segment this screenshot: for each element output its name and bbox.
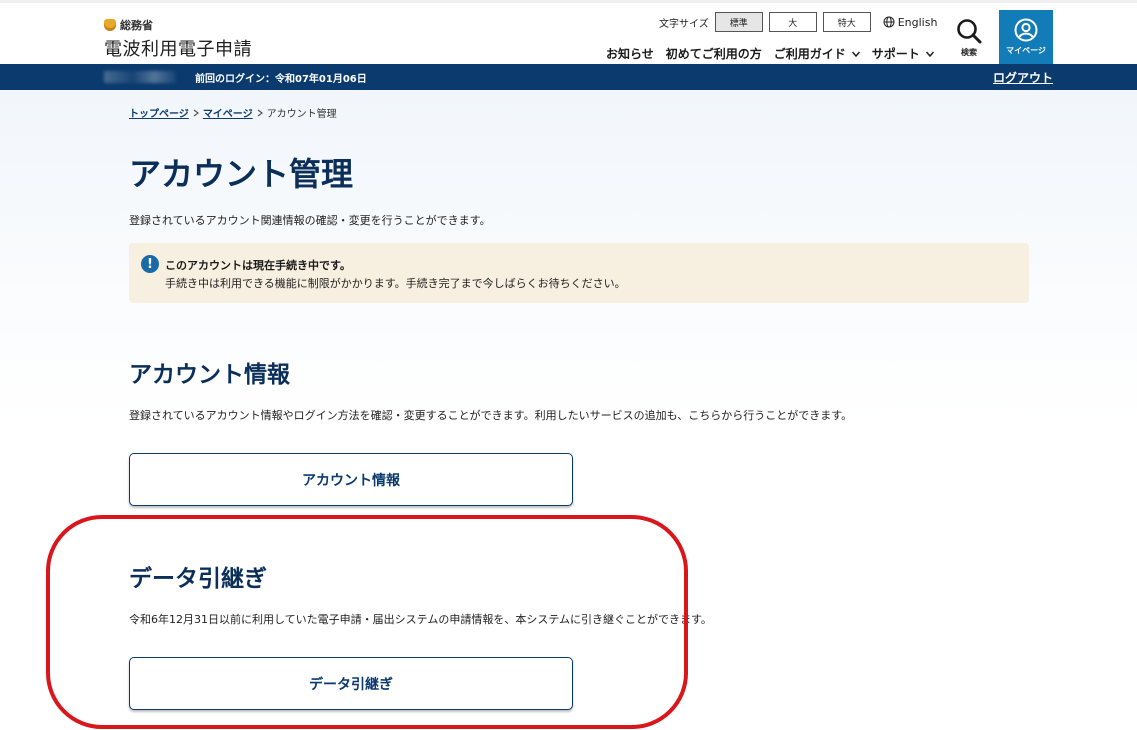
font-size-switcher: 文字サイズ 標準 大 特大 English bbox=[659, 12, 937, 32]
nav-support[interactable]: サポート bbox=[872, 45, 934, 62]
ministry-logo[interactable]: 総務省 bbox=[104, 17, 153, 33]
nav-support-label: サポート bbox=[871, 47, 920, 61]
language-switch[interactable]: English bbox=[883, 15, 938, 29]
breadcrumb-current: アカウント管理 bbox=[266, 109, 337, 120]
logout-link[interactable]: ログアウト bbox=[993, 69, 1053, 86]
font-size-standard-button[interactable]: 標準 bbox=[714, 12, 763, 32]
global-nav: お知らせ 初めてご利用の方 ご利用ガイド サポート bbox=[606, 45, 946, 62]
globe-icon bbox=[883, 16, 895, 28]
site-header: 総務省 電波利用電子申請 文字サイズ 標準 大 特大 English お知らせ … bbox=[0, 0, 1137, 64]
username-redacted bbox=[104, 71, 176, 83]
chevron-down-icon bbox=[851, 51, 860, 57]
data-transfer-heading: データ引継ぎ bbox=[129, 566, 267, 592]
site-title[interactable]: 電波利用電子申請 bbox=[104, 35, 252, 61]
mypage-button[interactable]: マイページ bbox=[999, 10, 1053, 64]
page-description: 登録されているアカウント関連情報の確認・変更を行うことができます。 bbox=[129, 214, 491, 227]
mypage-label: マイページ bbox=[1006, 46, 1046, 55]
nav-guide-label: ご利用ガイド bbox=[773, 47, 846, 61]
nav-news[interactable]: お知らせ bbox=[606, 45, 654, 62]
nav-first-time[interactable]: 初めてご利用の方 bbox=[666, 45, 762, 62]
data-transfer-button[interactable]: データ引継ぎ bbox=[129, 657, 573, 710]
account-info-heading: アカウント情報 bbox=[129, 362, 290, 388]
ministry-emblem-icon bbox=[104, 19, 116, 31]
breadcrumb: トップページ マイページ アカウント管理 bbox=[129, 105, 337, 120]
status-notice: ! このアカウントは現在手続き中です。 手続き中は利用できる機能に制限がかかりま… bbox=[129, 243, 1029, 303]
page-title: アカウント管理 bbox=[129, 155, 354, 193]
user-icon bbox=[1014, 18, 1038, 42]
font-size-large-button[interactable]: 大 bbox=[768, 12, 817, 32]
chevron-right-icon bbox=[257, 109, 263, 116]
language-label: English bbox=[897, 15, 938, 29]
user-bar: 前回のログイン：令和07年01月06日 ログアウト bbox=[0, 64, 1137, 90]
last-login-text: 前回のログイン：令和07年01月06日 bbox=[195, 74, 367, 85]
breadcrumb-mypage[interactable]: マイページ bbox=[203, 105, 253, 120]
breadcrumb-top[interactable]: トップページ bbox=[129, 105, 189, 120]
search-button[interactable]: 検索 bbox=[952, 17, 986, 61]
search-label: 検索 bbox=[961, 48, 977, 57]
account-info-button[interactable]: アカウント情報 bbox=[129, 453, 573, 506]
nav-guide[interactable]: ご利用ガイド bbox=[774, 45, 860, 62]
account-info-description: 登録されているアカウント情報やログイン方法を確認・変更することができます。利用し… bbox=[129, 409, 853, 422]
ministry-name: 総務省 bbox=[120, 19, 153, 32]
font-size-label: 文字サイズ bbox=[659, 18, 709, 30]
data-transfer-description: 令和6年12月31日以前に利用していた電子申請・届出システムの申請情報を、本シス… bbox=[129, 613, 712, 626]
notice-title: このアカウントは現在手続き中です。 bbox=[165, 259, 351, 272]
font-size-xlarge-button[interactable]: 特大 bbox=[822, 12, 871, 32]
info-exclamation-icon: ! bbox=[141, 255, 159, 273]
notice-body: 手続き中は利用できる機能に制限がかかります。手続き完了まで今しばらくお待ちくださ… bbox=[165, 277, 626, 290]
chevron-right-icon bbox=[193, 109, 199, 116]
search-icon bbox=[957, 19, 982, 44]
chevron-down-icon bbox=[925, 51, 934, 57]
